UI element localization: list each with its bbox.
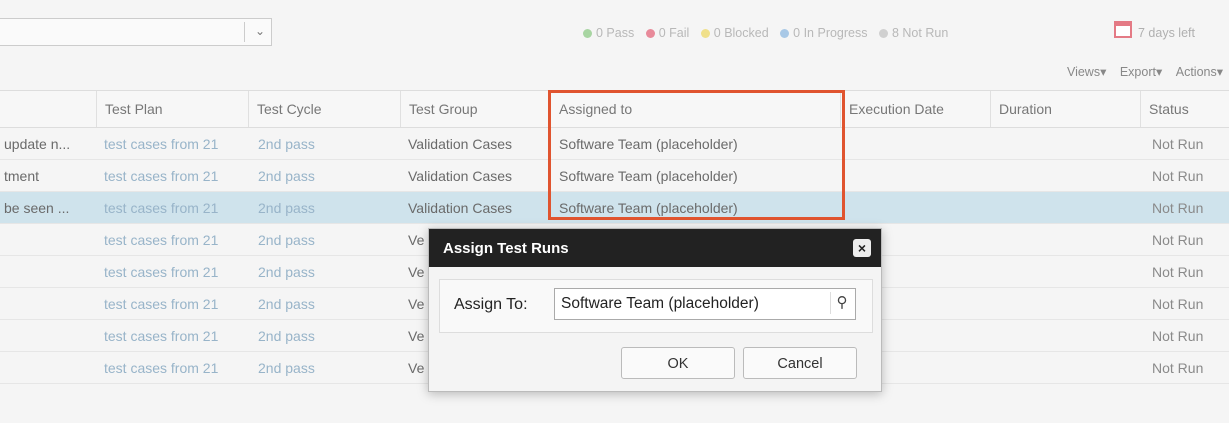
- stat-in-progress-label: 0 In Progress: [793, 26, 868, 40]
- row-test-cycle[interactable]: 2nd pass: [258, 288, 398, 319]
- actions-menu[interactable]: Actions▾: [1176, 65, 1223, 79]
- row-name: update n...: [4, 135, 71, 152]
- col-status[interactable]: Status: [1140, 91, 1229, 127]
- dialog-title: Assign Test Runs: [443, 239, 569, 257]
- fail-dot-icon: [645, 29, 655, 38]
- row-test-plan[interactable]: test cases from 21: [104, 256, 250, 287]
- not-run-dot-icon: [878, 29, 888, 38]
- calendar-icon: [1114, 21, 1132, 38]
- row-name: be seen ...: [4, 199, 70, 216]
- status-summary: 0 Pass 0 Fail 0 Blocked 0 In Progress 8 …: [583, 26, 956, 40]
- chevron-down-icon[interactable]: ⌄: [255, 24, 265, 38]
- stat-blocked: 0 Blocked: [700, 26, 769, 40]
- row-test-cycle[interactable]: 2nd pass: [258, 256, 398, 287]
- stat-blocked-label: 0 Blocked: [713, 26, 769, 40]
- row-name: [4, 224, 96, 255]
- row-test-plan[interactable]: test cases from 21: [104, 320, 250, 351]
- dialog-header: Assign Test Runs ×: [429, 229, 881, 267]
- col-test-plan[interactable]: Test Plan: [96, 91, 248, 127]
- row-name: [4, 320, 96, 351]
- row-test-cycle[interactable]: 2nd pass: [258, 224, 398, 255]
- close-icon[interactable]: ×: [853, 239, 871, 257]
- select-divider: [244, 22, 245, 42]
- export-menu[interactable]: Export▾: [1120, 65, 1162, 79]
- row-assigned-to: Software Team (placeholder): [559, 167, 738, 184]
- col-duration[interactable]: Duration: [990, 91, 1140, 127]
- col-execution-date[interactable]: Execution Date: [840, 91, 990, 127]
- table-toolbar: Views▾ Export▾ Actions▾: [1057, 64, 1223, 79]
- row-status: Not Run: [1152, 327, 1204, 344]
- blocked-dot-icon: [700, 29, 710, 38]
- stat-pass: 0 Pass: [583, 26, 634, 40]
- pass-dot-icon: [583, 29, 592, 38]
- table-row[interactable]: tment test cases from 21 2nd pass Validatio…: [0, 160, 1229, 192]
- col-test-group[interactable]: Test Group: [400, 91, 550, 127]
- row-test-plan[interactable]: test cases from 21: [104, 192, 250, 223]
- row-test-group: Validation Cases: [408, 135, 513, 152]
- table-row[interactable]: be seen ... test cases from 21 2nd pass Val…: [0, 192, 1229, 224]
- stat-pass-label: 0 Pass: [596, 26, 635, 40]
- row-test-cycle[interactable]: 2nd pass: [258, 352, 398, 383]
- row-assigned-to: Software Team (placeholder): [559, 199, 738, 216]
- row-name: [4, 352, 96, 383]
- stat-not-run: 8 Not Run: [878, 26, 949, 40]
- row-status: Not Run: [1152, 135, 1204, 152]
- top-bar: ⌄ 0 Pass 0 Fail 0 Blocked 0 In Progress …: [0, 0, 1229, 79]
- row-name: [4, 288, 96, 319]
- assign-to-input[interactable]: [554, 288, 856, 320]
- row-test-group: Validation Cases: [408, 199, 513, 216]
- row-status: Not Run: [1152, 263, 1204, 280]
- row-test-plan[interactable]: test cases from 21: [104, 288, 250, 319]
- row-test-plan[interactable]: test cases from 21: [104, 160, 250, 191]
- table-row[interactable]: update n... test cases from 21 2nd pass Val…: [0, 128, 1229, 160]
- row-test-plan[interactable]: test cases from 21: [104, 128, 250, 159]
- stat-fail-label: 0 Fail: [658, 26, 690, 40]
- assign-to-label: Assign To:: [454, 296, 528, 313]
- row-test-group: Validation Cases: [408, 167, 513, 184]
- row-test-plan[interactable]: test cases from 21: [104, 352, 250, 383]
- views-menu[interactable]: Views▾: [1067, 65, 1106, 79]
- row-status: Not Run: [1152, 231, 1204, 248]
- row-status: Not Run: [1152, 167, 1204, 184]
- cancel-button[interactable]: Cancel: [743, 347, 857, 379]
- assign-test-runs-dialog: Assign Test Runs × Assign To: ⚲ OK Cance…: [428, 228, 882, 392]
- dialog-body: Assign To: ⚲: [439, 279, 873, 333]
- row-name: [4, 256, 96, 287]
- row-status: Not Run: [1152, 199, 1204, 216]
- row-test-cycle[interactable]: 2nd pass: [258, 160, 398, 191]
- search-icon[interactable]: ⚲: [830, 292, 853, 314]
- days-left: 7 days left: [1138, 26, 1195, 40]
- col-assigned-to[interactable]: Assigned to: [550, 91, 840, 127]
- row-status: Not Run: [1152, 295, 1204, 312]
- row-test-cycle[interactable]: 2nd pass: [258, 192, 398, 223]
- table-header: Test Plan Test Cycle Test Group Assigned…: [0, 90, 1229, 128]
- stat-in-progress: 0 In Progress: [780, 26, 868, 40]
- filter-select[interactable]: ⌄: [0, 18, 272, 46]
- stat-fail: 0 Fail: [645, 26, 690, 40]
- row-test-plan[interactable]: test cases from 21: [104, 224, 250, 255]
- row-assigned-to: Software Team (placeholder): [559, 135, 738, 152]
- ok-button[interactable]: OK: [621, 347, 735, 379]
- row-status: Not Run: [1152, 359, 1204, 376]
- row-test-cycle[interactable]: 2nd pass: [258, 128, 398, 159]
- row-test-cycle[interactable]: 2nd pass: [258, 320, 398, 351]
- stat-not-run-label: 8 Not Run: [891, 26, 949, 40]
- row-name: tment: [4, 167, 40, 184]
- col-test-cycle[interactable]: Test Cycle: [248, 91, 400, 127]
- in-progress-dot-icon: [780, 29, 790, 38]
